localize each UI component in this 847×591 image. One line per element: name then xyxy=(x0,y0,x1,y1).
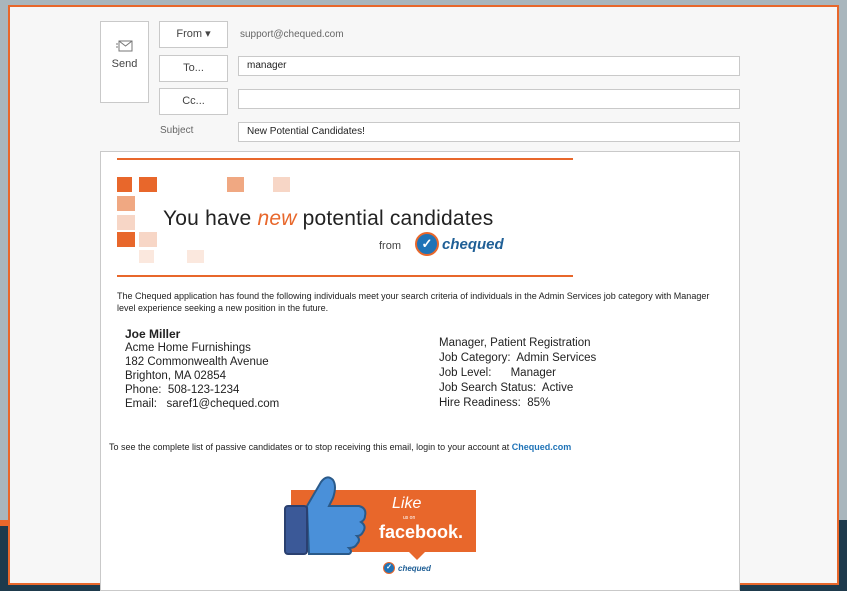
subject-label: Subject xyxy=(160,125,194,136)
fb-like-text: Like xyxy=(392,495,422,512)
badge-pointer xyxy=(409,552,425,560)
headline-part: potential candidates xyxy=(296,207,494,230)
candidate-address-line2: Brighton, MA 02854 xyxy=(125,370,227,382)
decor-square xyxy=(187,250,204,263)
chequed-link[interactable]: Chequed.com xyxy=(512,442,572,452)
headline-part: You have xyxy=(163,207,258,230)
chequed-logo-text: chequed xyxy=(442,235,504,253)
decor-square xyxy=(139,177,157,192)
candidate-job-category: Job Category: Admin Services xyxy=(439,352,597,364)
cc-field[interactable] xyxy=(238,89,740,109)
decor-square xyxy=(227,177,244,192)
from-address: support@chequed.com xyxy=(240,29,344,40)
decor-square xyxy=(139,250,154,263)
to-button[interactable]: To... xyxy=(159,55,228,82)
to-button-label: To... xyxy=(183,62,204,74)
banner-bottom-rule xyxy=(117,275,573,277)
checkmark-icon: ✓ xyxy=(383,562,395,574)
send-label: Send xyxy=(111,58,138,70)
fb-brand-text: facebook. xyxy=(379,522,464,542)
decor-square xyxy=(117,232,135,247)
chequed-logo: ✓ chequed xyxy=(415,232,504,256)
headline-new-word: new xyxy=(257,207,297,230)
decor-square xyxy=(117,215,135,230)
candidate-email: Email: saref1@chequed.com xyxy=(125,398,280,410)
subject-field[interactable]: New Potential Candidates! xyxy=(238,122,740,142)
decor-square xyxy=(139,232,157,247)
candidate-contact: Joe Miller Acme Home Furnishings 182 Com… xyxy=(125,327,279,411)
candidate-search-status: Job Search Status: Active xyxy=(439,382,574,394)
fb-us-on-text: us on xyxy=(403,515,416,521)
facebook-like-badge[interactable]: Like us on facebook. xyxy=(284,476,476,560)
banner-top-rule xyxy=(117,158,573,160)
to-field[interactable]: manager xyxy=(238,56,740,76)
candidate-job-level: Job Level: Manager xyxy=(439,367,556,379)
candidate-company: Acme Home Furnishings xyxy=(125,342,251,354)
candidate-hire-readiness: Hire Readiness: 85% xyxy=(439,397,551,409)
from-button[interactable]: From ▾ xyxy=(159,21,228,48)
candidate-title: Manager, Patient Registration xyxy=(439,337,591,349)
cc-button[interactable]: Cc... xyxy=(159,88,228,115)
chequed-footer-logo: ✓ chequed xyxy=(383,562,431,574)
candidate-name: Joe Miller xyxy=(125,327,181,341)
candidate-phone: Phone: 508-123-1234 xyxy=(125,384,240,396)
decor-square xyxy=(117,177,132,192)
chequed-footer-logo-text: chequed xyxy=(398,563,431,573)
intro-paragraph: The Chequed application has found the fo… xyxy=(117,291,710,313)
footer-text: To see the complete list of passive cand… xyxy=(109,442,512,452)
candidate-job-details: Manager, Patient Registration Job Catego… xyxy=(439,336,596,411)
from-button-label: From ▾ xyxy=(176,28,211,40)
banner-headline: You have new potential candidates xyxy=(163,207,493,231)
checkmark-icon: ✓ xyxy=(415,232,439,256)
candidate-address-line1: 182 Commonwealth Avenue xyxy=(125,356,269,368)
cc-button-label: Cc... xyxy=(182,95,205,107)
thumbs-up-icon xyxy=(284,476,367,555)
message-body[interactable]: You have new potential candidates from ✓… xyxy=(100,151,740,591)
send-envelope-icon xyxy=(115,40,132,52)
send-button[interactable]: Send xyxy=(100,21,149,103)
email-compose-window: Send From ▾ support@chequed.com To... ma… xyxy=(8,5,839,591)
banner-from-label: from xyxy=(379,240,401,252)
decor-square xyxy=(273,177,290,192)
decor-square xyxy=(117,196,135,211)
footer-note: To see the complete list of passive cand… xyxy=(109,442,571,452)
